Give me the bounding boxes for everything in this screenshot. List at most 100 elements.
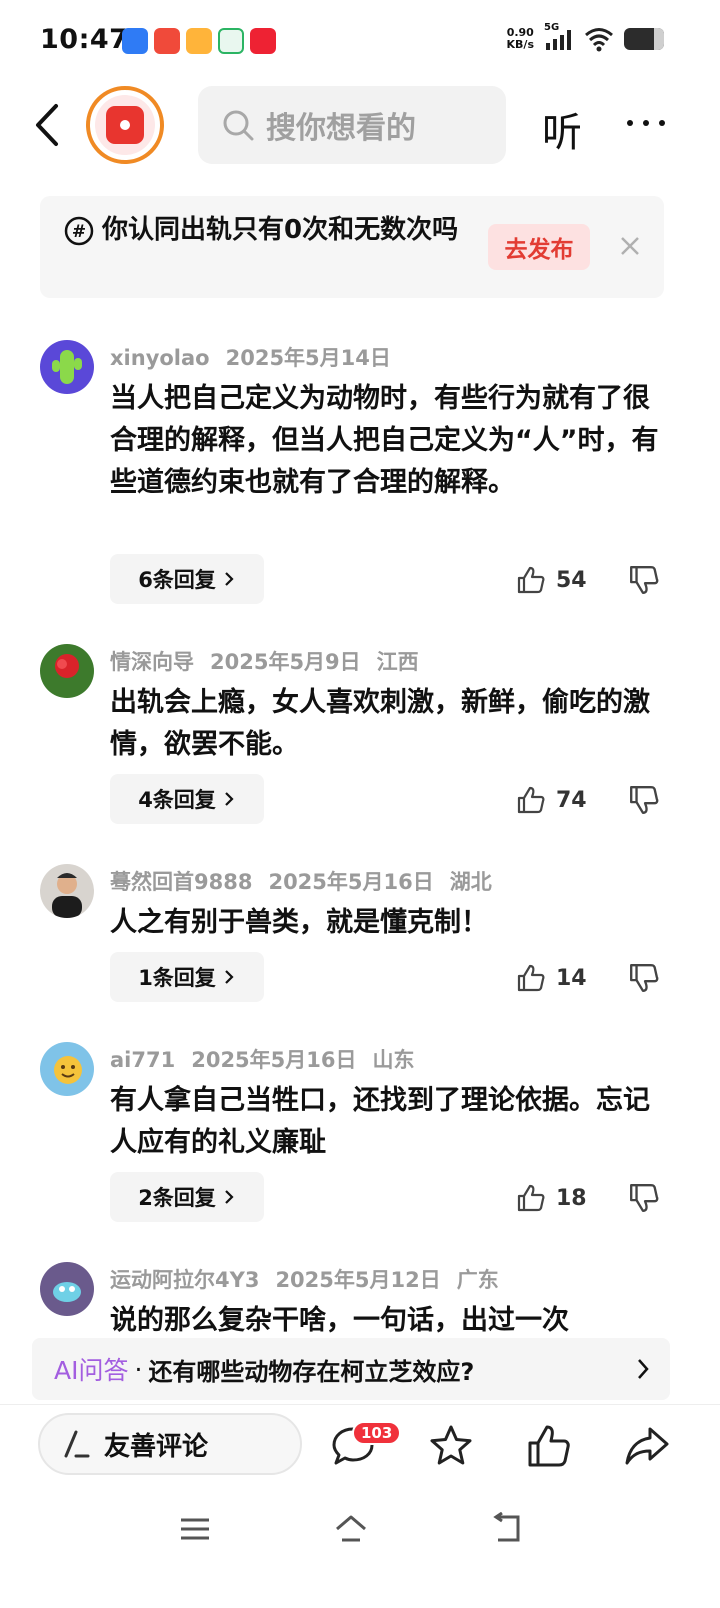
- comment-location: 江西: [376, 650, 419, 674]
- avatar[interactable]: [40, 340, 94, 394]
- app-notification-icon: [218, 28, 244, 54]
- like-button[interactable]: 18: [516, 1178, 606, 1218]
- like-button[interactable]: 74: [516, 780, 606, 820]
- status-time: 10:47: [40, 24, 129, 55]
- system-nav-bar: [0, 1492, 720, 1608]
- thumbs-up-icon[interactable]: [526, 1423, 572, 1469]
- comment-input-label: 友善评论: [104, 1431, 209, 1462]
- replies-label: 1条回复: [138, 966, 216, 990]
- comment-location: 广东: [456, 1268, 499, 1292]
- comment-text: 说的那么复杂干啥，一句话，出过一次: [110, 1305, 569, 1336]
- home-icon[interactable]: [334, 1512, 368, 1546]
- signal-icon: 5G: [544, 22, 574, 52]
- comment-date: 2025年5月16日: [268, 870, 434, 894]
- app-notification-icon: [122, 28, 148, 54]
- pen-icon: [64, 1430, 90, 1458]
- thumbs-down-icon[interactable]: [628, 784, 660, 816]
- comment-text: 当人把自己定义为动物时，有些行为就有了很合理的解释，但当人把自己定义为“人”时，…: [110, 383, 659, 498]
- logo-icon: [106, 106, 144, 144]
- ai-qa-question: 还有哪些动物存在柯立芝效应?: [148, 1357, 475, 1386]
- replies-button[interactable]: 2条回复: [110, 1172, 264, 1222]
- chevron-right-icon: [225, 1190, 234, 1204]
- comment-date: 2025年5月9日: [210, 650, 361, 674]
- replies-label: 2条回复: [138, 1186, 216, 1210]
- header: 搜你想看的 听: [0, 84, 720, 168]
- share-icon[interactable]: [624, 1423, 670, 1469]
- like-button[interactable]: 54: [516, 560, 606, 600]
- like-button[interactable]: 14: [516, 958, 606, 998]
- back-nav-icon[interactable]: [490, 1512, 524, 1546]
- thumbs-up-icon: [517, 964, 545, 992]
- back-button[interactable]: [28, 102, 68, 148]
- comment-input[interactable]: 友善评论: [38, 1413, 302, 1475]
- action-bar: 友善评论 103: [0, 1404, 720, 1484]
- topic-text: 你认同出轨只有0次和无数次吗: [102, 215, 459, 245]
- app-notification-icon: [154, 28, 180, 54]
- comment-item: ai771 2025年5月16日 山东 有人拿自己当牲口，还找到了理论依据。忘记人应…: [0, 1042, 720, 1242]
- chevron-right-icon: [225, 572, 234, 586]
- more-icon[interactable]: [624, 108, 668, 138]
- chevron-right-icon: [225, 792, 234, 806]
- replies-label: 6条回复: [138, 568, 216, 592]
- replies-button[interactable]: 6条回复: [110, 554, 264, 604]
- battery-icon: [624, 28, 664, 50]
- comment-location: 湖北: [449, 870, 492, 894]
- comment-item: xinyolao 2025年5月14日 当人把自己定义为动物时，有些行为就有了很合…: [0, 340, 720, 610]
- comment-meta: 情深向导 2025年5月9日 江西: [110, 646, 435, 676]
- publish-button[interactable]: 去发布: [488, 224, 590, 270]
- avatar[interactable]: [40, 864, 94, 918]
- comment-item: 情深向导 2025年5月9日 江西 出轨会上瘾，女人喜欢刺激，新鲜，偷吃的激情，欲罢…: [0, 644, 720, 844]
- comment-date: 2025年5月16日: [191, 1048, 357, 1072]
- username[interactable]: 运动阿拉尔4Y3: [110, 1268, 259, 1292]
- avatar[interactable]: [40, 1262, 94, 1316]
- like-count: 54: [556, 567, 587, 593]
- listen-button[interactable]: 听: [542, 100, 582, 158]
- comment-item: 蓦然回首9888 2025年5月16日 湖北 人之有别于兽类，就是懂克制！ 1条回复…: [0, 864, 720, 1024]
- close-icon[interactable]: [618, 234, 642, 258]
- wifi-icon: [585, 28, 613, 52]
- comment-text: 人之有别于兽类，就是懂克制！: [110, 907, 488, 938]
- search-placeholder: 搜你想看的: [266, 111, 416, 146]
- replies-button[interactable]: 4条回复: [110, 774, 264, 824]
- like-count: 18: [556, 1185, 587, 1211]
- username[interactable]: 情深向导: [110, 650, 194, 674]
- comment-text: 出轨会上瘾，女人喜欢刺激，新鲜，偷吃的激情，欲罢不能。: [110, 687, 650, 760]
- net-speed-unit: KB/s: [506, 38, 534, 51]
- avatar[interactable]: [40, 644, 94, 698]
- like-count: 14: [556, 965, 587, 991]
- notification-icons: [122, 28, 276, 54]
- ai-qa-separator: ·: [134, 1354, 143, 1384]
- chevron-right-icon: [638, 1359, 649, 1379]
- comment-meta: xinyolao 2025年5月14日: [110, 342, 407, 372]
- search-input[interactable]: 搜你想看的: [198, 86, 506, 164]
- comment-meta: 运动阿拉尔4Y3 2025年5月12日 广东: [110, 1264, 515, 1294]
- search-icon: [223, 110, 254, 141]
- app-notification-icon: [186, 28, 212, 54]
- ai-qa-label: AI问答: [54, 1356, 129, 1385]
- replies-label: 4条回复: [138, 788, 216, 812]
- topic-banner[interactable]: # 你认同出轨只有0次和无数次吗 去发布: [40, 196, 664, 298]
- thumbs-down-icon[interactable]: [628, 1182, 660, 1214]
- menu-icon[interactable]: [178, 1512, 212, 1546]
- comment-date: 2025年5月14日: [225, 346, 391, 370]
- replies-button[interactable]: 1条回复: [110, 952, 264, 1002]
- comment-date: 2025年5月12日: [275, 1268, 441, 1292]
- chevron-right-icon: [225, 970, 234, 984]
- app-notification-icon: [250, 28, 276, 54]
- like-count: 74: [556, 787, 587, 813]
- username[interactable]: xinyolao: [110, 346, 210, 370]
- thumbs-down-icon[interactable]: [628, 564, 660, 596]
- status-bar: 10:47 0.90 KB/s 5G: [0, 0, 720, 84]
- comment-text: 有人拿自己当牲口，还找到了理论依据。忘记人应有的礼义廉耻: [110, 1085, 650, 1158]
- net-speed: 0.90 KB/s: [507, 27, 534, 51]
- comment-count-badge: 103: [352, 1421, 402, 1445]
- star-icon[interactable]: [428, 1423, 474, 1469]
- username[interactable]: ai771: [110, 1048, 175, 1072]
- app-logo[interactable]: [86, 86, 164, 164]
- ai-qa-bar[interactable]: AI问答 · 还有哪些动物存在柯立芝效应?: [32, 1338, 670, 1400]
- thumbs-up-icon: [517, 566, 545, 594]
- thumbs-down-icon[interactable]: [628, 962, 660, 994]
- avatar[interactable]: [40, 1042, 94, 1096]
- comment-meta: ai771 2025年5月16日 山东: [110, 1044, 431, 1074]
- username[interactable]: 蓦然回首9888: [110, 870, 252, 894]
